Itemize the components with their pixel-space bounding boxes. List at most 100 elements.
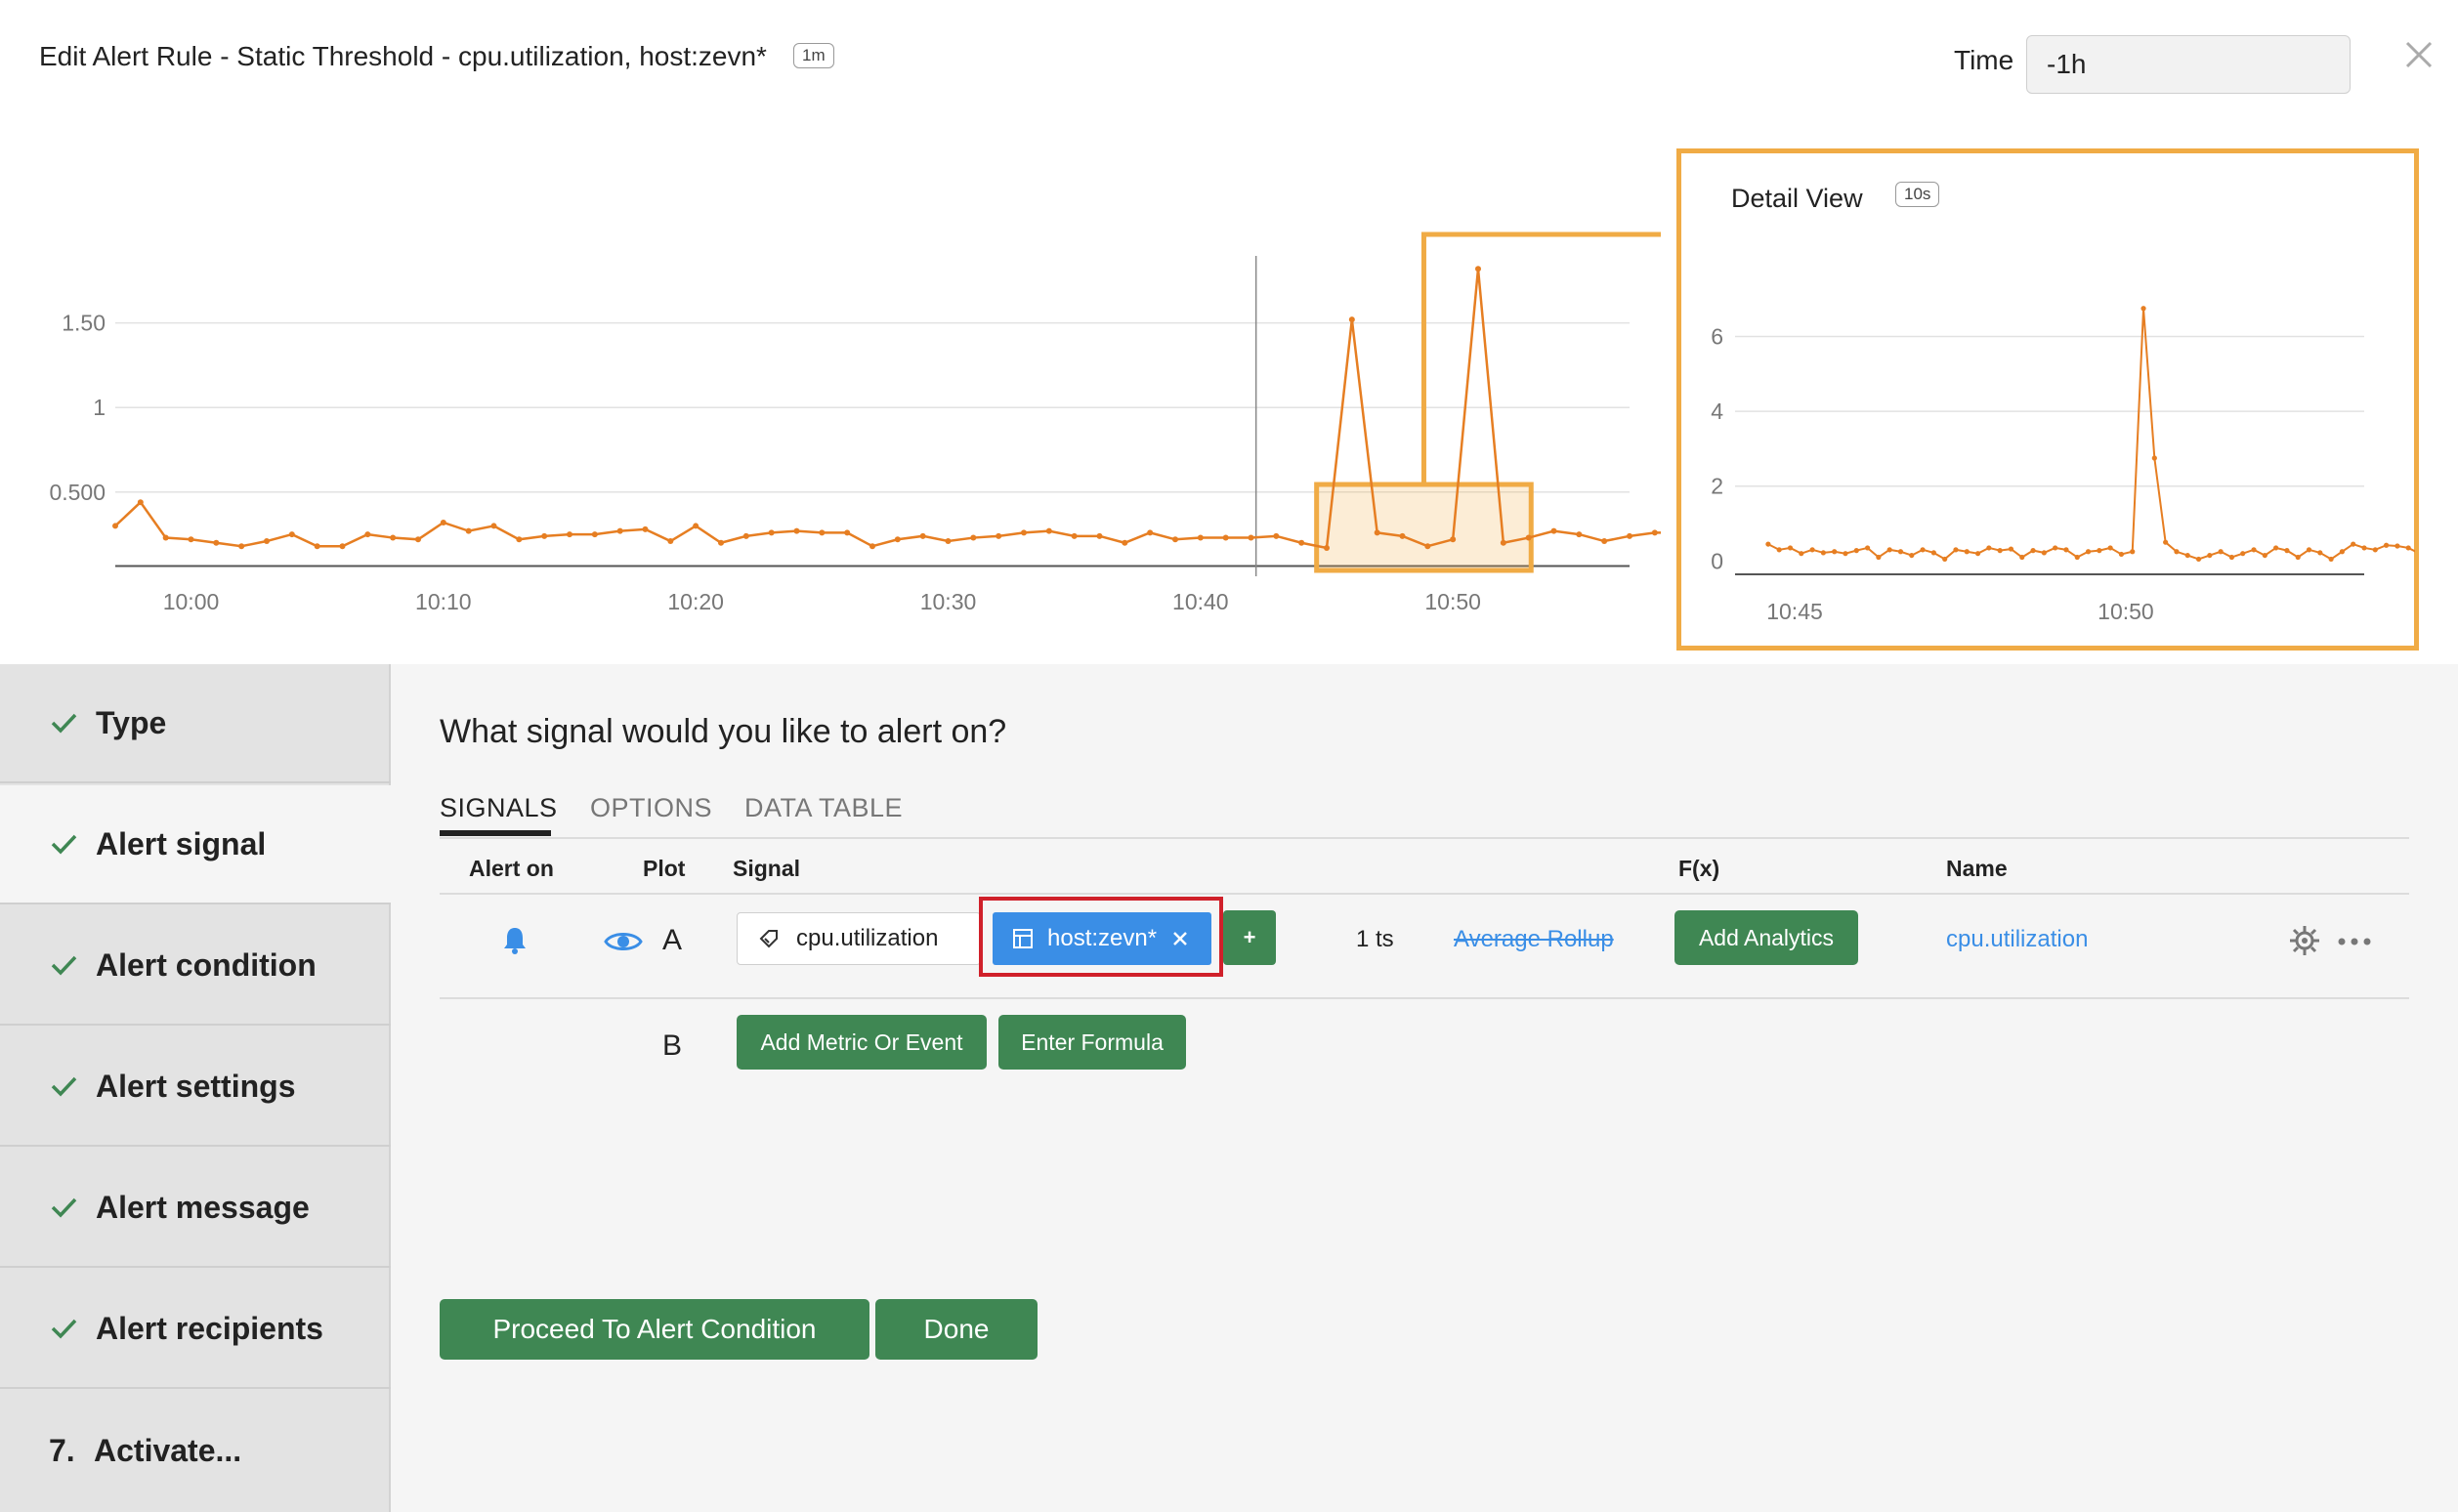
check-icon [51,834,77,855]
data-point [288,531,295,538]
data-point [541,532,548,539]
sidebar-item-alert-settings[interactable]: Alert settings [0,1028,391,1147]
y-tick-label: 4 [1711,399,1723,424]
ellipsis-icon[interactable] [2337,932,2372,951]
sidebar-item-alert-recipients[interactable]: Alert recipients [0,1270,391,1389]
data-point [1765,541,1771,547]
data-point [2328,556,2334,563]
detail-view-connector [1420,231,1661,483]
data-point [1886,547,1892,553]
data-point [2195,556,2202,563]
data-point [591,531,598,538]
main-chart[interactable]: 1.50 1 0.500 10:00 10:10 10:20 10:30 10:40 10:50 [0,117,1661,645]
column-header-plot: Plot [643,856,686,881]
data-point [1122,539,1128,546]
data-point [1651,529,1658,536]
enter-formula-button[interactable]: Enter Formula [998,1015,1186,1070]
done-button[interactable]: Done [875,1299,1038,1360]
data-point [2405,545,2411,551]
sidebar-item-label: Type [96,704,167,740]
sidebar-item-type[interactable]: Type [0,664,391,783]
data-point [1045,527,1052,534]
data-point [112,523,118,529]
sidebar-item-alert-condition[interactable]: Alert condition [0,906,391,1026]
gear-icon[interactable] [2288,924,2321,957]
data-point [1197,534,1204,541]
data-point [188,536,194,543]
close-icon[interactable] [2399,35,2438,74]
data-point [1096,532,1103,539]
data-point [415,536,421,543]
y-tick-label: 2 [1711,474,1723,499]
detail-resolution-badge: 10s [1895,182,1940,207]
tag-icon [759,930,778,948]
data-point [1843,551,1848,557]
data-point [465,527,472,534]
detail-view-title: Detail View [1731,184,1863,213]
data-point [1147,529,1154,536]
data-point [314,543,320,550]
data-point [1627,532,1632,539]
data-point [2174,549,2180,555]
tab-data-table[interactable]: DATA TABLE [744,793,903,823]
y-tick-label: 0 [1711,548,1723,573]
data-point [2008,546,2014,552]
sidebar-item-label: Alert recipients [96,1310,323,1346]
data-point [1974,551,1981,557]
data-point [970,534,977,541]
detail-chart[interactable]: 0 2 4 6 10:45 10:50 [1680,254,2415,645]
data-point [264,538,270,545]
data-point [2240,551,2246,557]
time-range-input[interactable] [2026,35,2351,94]
eye-icon[interactable] [604,928,643,955]
data-point [1964,549,1970,555]
tab-signals[interactable]: SIGNALS [440,793,558,823]
data-point [718,539,724,546]
data-point [1787,545,1794,551]
rollup-link[interactable]: Average Rollup [1454,926,1614,953]
time-label: Time [1954,45,2014,75]
add-analytics-button[interactable]: Add Analytics [1674,910,1858,965]
signal-name-link[interactable]: cpu.utilization [1946,926,2088,953]
sidebar-item-alert-message[interactable]: Alert message [0,1149,391,1268]
data-point [1897,549,1904,555]
data-point [2351,541,2356,547]
data-point [2163,539,2169,545]
column-header-signal: Signal [733,856,801,881]
add-filter-button[interactable]: + [1223,910,1276,965]
filter-highlight-box [979,897,1223,977]
data-point [1909,552,1915,559]
data-point [1820,550,1826,556]
data-point [768,529,775,536]
data-point [819,529,826,536]
data-point [516,536,523,543]
data-point [364,531,371,538]
data-point [2284,548,2290,554]
data-point [390,534,397,541]
bell-icon[interactable] [502,926,528,955]
sidebar-item-label: Activate... [94,1432,242,1468]
data-point [490,523,497,529]
data-point [667,538,674,545]
sidebar-item-alert-signal[interactable]: Alert signal [0,785,393,904]
data-point [693,523,699,529]
x-tick-label: 10:10 [415,589,472,614]
data-point [1172,536,1178,543]
add-metric-button[interactable]: Add Metric Or Event [737,1015,987,1070]
data-point [1550,527,1557,534]
plot-letter-b: B [662,1029,683,1062]
data-point [1222,534,1229,541]
proceed-button[interactable]: Proceed To Alert Condition [440,1299,869,1360]
data-point [1576,531,1583,538]
series-line [1767,308,2415,561]
sidebar-item-activate[interactable]: 7. Activate... [0,1391,391,1510]
tab-options[interactable]: OPTIONS [590,793,712,823]
data-point [1324,544,1330,551]
data-point [2074,554,2080,561]
data-point [894,536,901,543]
wizard-sidebar: Type Alert signal Alert condition Alert … [0,664,393,1512]
data-point [1348,316,1355,323]
timeseries-count: 1 ts [1356,926,1394,952]
data-point [1273,532,1280,539]
data-point [742,532,749,539]
